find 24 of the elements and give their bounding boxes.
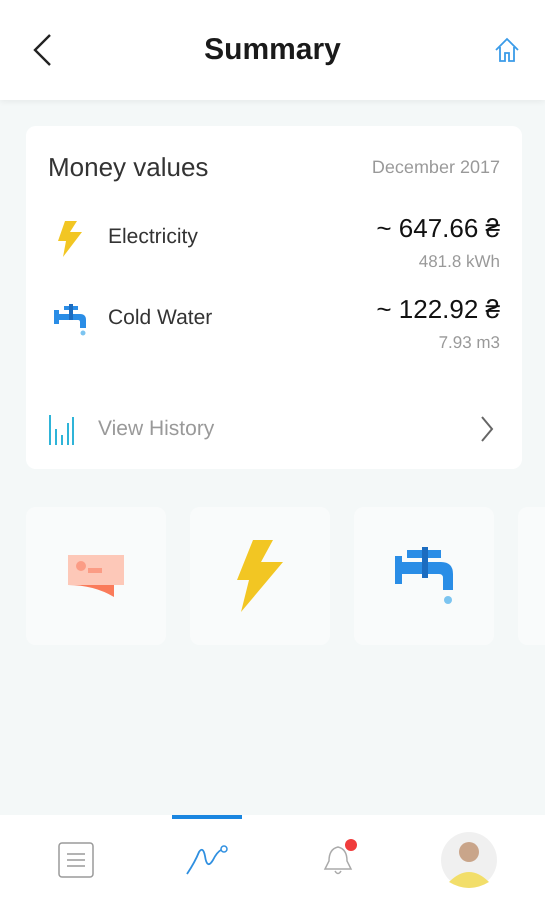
lightning-icon xyxy=(235,540,285,612)
utility-name: Electricity xyxy=(108,225,199,249)
usage-value: 481.8 kWh xyxy=(418,252,500,272)
category-tile[interactable] xyxy=(26,507,166,645)
avatar-icon xyxy=(441,832,498,888)
category-tile[interactable] xyxy=(354,507,494,645)
bar-chart-icon xyxy=(48,413,74,445)
faucet-icon xyxy=(52,302,88,338)
screen-title: Summary xyxy=(203,33,342,67)
list-icon xyxy=(58,842,94,878)
chevron-right-icon xyxy=(480,415,494,443)
faucet-icon xyxy=(393,546,455,606)
home-icon[interactable] xyxy=(493,36,521,64)
card-title: Money values xyxy=(48,152,208,183)
amount-value: ~ 647.66 ₴ xyxy=(376,213,500,244)
utility-name: Cold Water xyxy=(108,306,214,330)
usage-value: 7.93 m3 xyxy=(438,333,500,353)
back-icon[interactable] xyxy=(32,33,52,67)
banknote-icon xyxy=(66,553,126,599)
period-label: December 2017 xyxy=(372,157,500,178)
view-history-link[interactable]: View History xyxy=(48,413,500,445)
category-tile[interactable] xyxy=(190,507,330,645)
line-chart-icon xyxy=(184,844,229,876)
amount-value: ~ 122.92 ₴ xyxy=(376,294,500,325)
